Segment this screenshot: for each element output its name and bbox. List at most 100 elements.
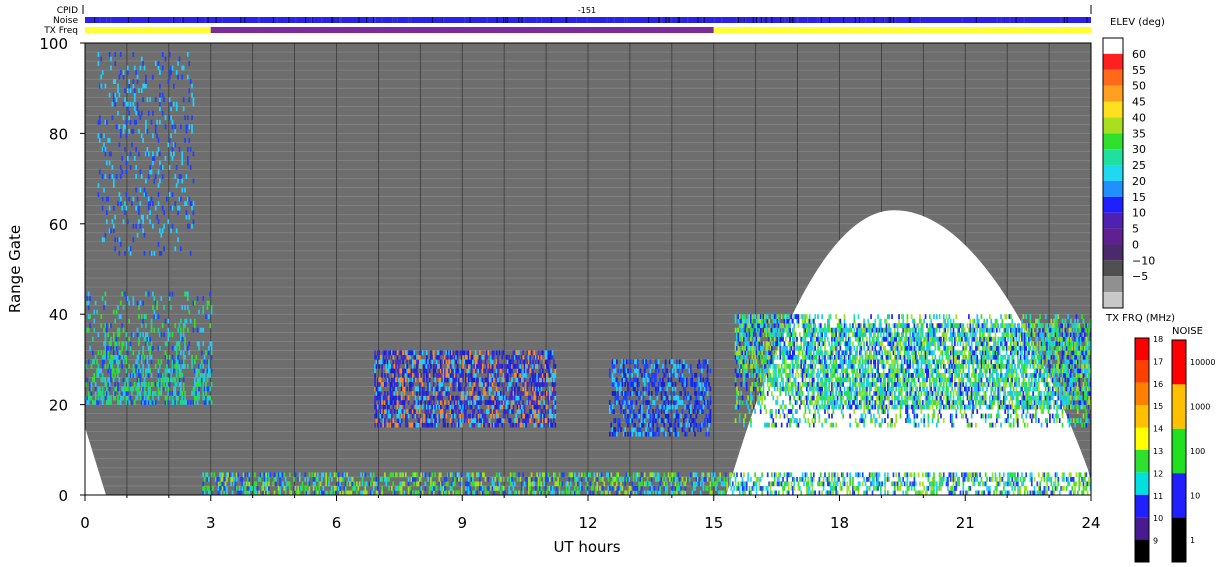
scatter-cell <box>107 332 110 338</box>
scatter-cell <box>791 318 794 324</box>
scatter-cell <box>880 377 882 383</box>
scatter-cell <box>108 92 111 98</box>
scatter-cell <box>182 386 185 392</box>
scatter-cell <box>705 413 708 419</box>
scatter-cell <box>119 174 122 179</box>
noise-mark <box>221 17 223 23</box>
scatter-cell <box>87 400 90 405</box>
scatter-cell <box>159 106 161 112</box>
scatter-cell <box>381 372 383 378</box>
scatter-cell <box>801 350 804 356</box>
scatter-cell <box>459 418 462 423</box>
scatter-cell <box>170 133 172 139</box>
scatter-cell <box>685 363 688 369</box>
scatter-cell <box>899 409 902 414</box>
scatter-cell <box>551 395 554 401</box>
scatter-cell <box>655 372 657 378</box>
scatter-cell <box>856 400 858 405</box>
scatter-cell <box>136 332 139 338</box>
scatter-cell <box>381 363 383 369</box>
scatter-cell <box>705 431 708 437</box>
scatter-cell <box>491 382 494 387</box>
scatter-cell <box>738 350 741 356</box>
scatter-cell <box>105 119 108 125</box>
scatter-cell <box>664 363 667 369</box>
scatter-cell <box>470 404 473 410</box>
scatter-cell <box>849 382 851 387</box>
scatter-cell <box>625 395 628 401</box>
scatter-cell <box>805 314 808 320</box>
scatter-cell <box>138 205 140 211</box>
scatter-cell <box>126 350 129 356</box>
scatter-cell <box>139 187 142 193</box>
scatter-cell <box>160 332 163 338</box>
scatter-cell <box>150 250 153 256</box>
scatter-cell <box>529 354 532 360</box>
scatter-cell <box>462 368 464 374</box>
scatter-cell <box>764 395 766 401</box>
scatter-cell <box>864 323 867 329</box>
noise-mark <box>204 17 206 23</box>
scatter-cell <box>111 219 114 225</box>
scatter-cell <box>775 368 777 374</box>
scatter-cell <box>488 418 491 423</box>
scatter-cell <box>790 418 793 423</box>
scatter-cell <box>670 400 673 405</box>
scatter-cell <box>121 323 124 329</box>
scatter-cell <box>170 115 172 121</box>
scatter-cell <box>613 363 615 369</box>
scatter-cell <box>856 350 858 356</box>
scatter-cell <box>206 400 209 405</box>
scatter-cell <box>766 363 769 369</box>
scatter-cell <box>622 404 625 410</box>
scatter-cell <box>164 56 167 62</box>
scatter-cell <box>157 372 160 378</box>
scatter-cell <box>125 205 128 211</box>
scatter-cell <box>518 354 520 360</box>
scatter-cell <box>184 137 186 143</box>
scatter-cell <box>860 400 863 405</box>
scatter-cell <box>180 318 182 324</box>
scatter-cell <box>845 336 847 342</box>
noise-mark <box>431 17 434 23</box>
scatter-cell <box>880 323 882 329</box>
scatter-cell <box>773 323 776 329</box>
scatter-cell <box>812 395 815 401</box>
scatter-cell <box>149 400 151 405</box>
scatter-cell <box>152 74 154 80</box>
scatter-cell <box>396 391 399 396</box>
scatter-cell <box>105 219 108 225</box>
scatter-cell <box>168 382 171 387</box>
scatter-cell <box>207 350 210 356</box>
scatter-cell <box>534 359 537 365</box>
scatter-cell <box>118 359 121 365</box>
scatter-cell <box>153 296 156 301</box>
scatter-cell <box>539 368 541 374</box>
scatter-cell <box>653 382 656 387</box>
scatter-cell <box>168 192 171 197</box>
scatter-cell <box>807 395 810 401</box>
scatter-cell <box>167 359 170 365</box>
scatter-cell <box>122 341 125 347</box>
scatter-cell <box>741 354 744 360</box>
scatter-cell <box>515 413 518 419</box>
scatter-cell <box>853 363 856 369</box>
scatter-cell <box>839 372 842 378</box>
scatter-cell <box>184 187 186 193</box>
scatter-cell <box>779 368 782 374</box>
scatter-cell <box>870 332 872 338</box>
scatter-cell <box>416 363 418 369</box>
scatter-cell <box>411 413 414 419</box>
scatter-cell <box>664 400 667 405</box>
scatter-cell <box>751 372 754 378</box>
scatter-cell <box>786 345 789 351</box>
scatter-cell <box>101 174 104 179</box>
scatter-cell <box>621 400 624 405</box>
scatter-cell <box>885 404 888 410</box>
scatter-cell <box>184 391 186 396</box>
scatter-cell <box>852 386 854 392</box>
scatter-cell <box>743 382 745 387</box>
scatter-cell <box>778 314 780 320</box>
scatter-cell <box>146 146 149 152</box>
scatter-cell <box>871 345 874 351</box>
